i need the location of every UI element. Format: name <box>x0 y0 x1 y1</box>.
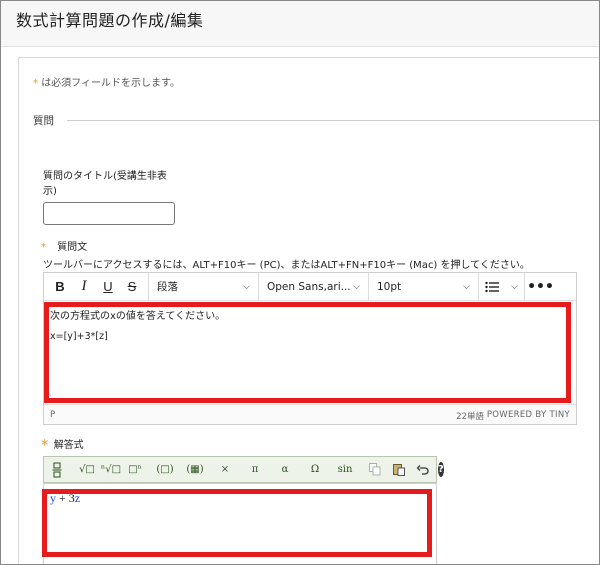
copy-button[interactable] <box>364 459 386 480</box>
answer-formula-input[interactable]: y + 3z <box>43 483 437 564</box>
question-text-label-text: 質問文 <box>57 242 88 253</box>
sin-button[interactable]: sin <box>334 459 356 480</box>
times-button[interactable]: × <box>214 459 236 480</box>
required-note-text: は必須フィールドを示します。 <box>41 78 180 89</box>
word-count: 22単語 <box>456 412 484 422</box>
font-family-select[interactable]: Open Sans,ari... ⌵ <box>258 272 368 301</box>
paste-icon <box>393 464 405 476</box>
question-formula-line: x=[y]+3*[z] <box>50 331 108 342</box>
form-content: * は必須フィールドを示します。 質問 質問のタイトル(受講生非表示) * 質問… <box>18 57 599 564</box>
font-size-select[interactable]: 10pt ⌵ <box>368 272 478 301</box>
fraction-button[interactable] <box>46 459 68 480</box>
italic-button[interactable]: I <box>72 275 96 299</box>
math-operator: + 3 <box>56 491 75 505</box>
question-title-input[interactable] <box>43 202 175 225</box>
required-note: * は必須フィールドを示します。 <box>33 74 180 89</box>
powered-by-link[interactable]: POWERED BY TINY <box>487 410 570 420</box>
required-star: * <box>41 242 46 253</box>
question-text-label: * 質問文 <box>41 238 87 253</box>
chevron-down-icon: ⌵ <box>243 281 250 292</box>
font-size-value: 10pt <box>377 280 402 293</box>
answer-formula-expression: y + 3z <box>50 491 80 506</box>
editor-content-area[interactable]: 次の方程式のxの値を答えてください。 x=[y]+3*[z] <box>44 302 576 404</box>
strikethrough-button[interactable]: S <box>120 275 144 299</box>
answer-formula-label-text: 解答式 <box>53 440 84 451</box>
required-star: * <box>33 78 38 89</box>
parentheses-button[interactable]: (□) <box>154 459 176 480</box>
section-divider <box>67 120 599 121</box>
bullet-list-icon <box>485 281 499 292</box>
page-title: 数式計算問題の作成/編集 <box>16 11 204 30</box>
square-root-button[interactable]: √□ <box>76 459 98 480</box>
fraction-icon <box>52 462 62 477</box>
alpha-button[interactable]: α <box>274 459 296 480</box>
chevron-down-icon: ⌵ <box>463 281 470 292</box>
toolbar-hint: ツールバーにアクセスするには、ALT+F10キー (PC)、またはALT+FN+… <box>43 260 530 271</box>
superscript-button[interactable]: □ⁿ <box>124 459 146 480</box>
math-editor-toolbar: √□ ⁿ√□ □ⁿ (□) (▦) × π α Ω sin ? <box>43 456 444 483</box>
bold-button[interactable]: B <box>48 275 72 299</box>
omega-button[interactable]: Ω <box>304 459 326 480</box>
title-field-label: 質問のタイトル(受講生非表示) <box>43 171 167 197</box>
answer-formula-label: * 解答式 <box>41 436 84 454</box>
block-format-value: 段落 <box>157 281 178 293</box>
undo-button[interactable] <box>412 459 434 480</box>
math-variable: z <box>74 491 81 505</box>
more-options-button[interactable]: ••• <box>524 272 556 301</box>
pi-button[interactable]: π <box>244 459 266 480</box>
editor-status-bar: P 22単語 POWERED BY TINY <box>44 404 576 424</box>
matrix-button[interactable]: (▦) <box>184 459 206 480</box>
paste-button[interactable] <box>388 459 410 480</box>
help-icon[interactable]: ? <box>438 462 444 477</box>
block-format-select[interactable]: 段落 ⌵ <box>148 272 258 301</box>
undo-icon <box>417 464 429 475</box>
question-text-line: 次の方程式のxの値を答えてください。 <box>50 311 226 322</box>
bullet-list-button[interactable]: ⌵ <box>478 272 524 301</box>
editor-toolbar: B I U S 段落 ⌵ Open Sans,ari... ⌵ 10pt ⌵ ⌵… <box>44 272 576 301</box>
copy-icon <box>369 463 381 476</box>
page-frame: 数式計算問題の作成/編集 * は必須フィールドを示します。 質問 質問のタイトル… <box>0 0 600 565</box>
section-label-question: 質問 <box>33 115 54 127</box>
chevron-down-icon: ⌵ <box>353 281 360 292</box>
question-rich-text-editor: B I U S 段落 ⌵ Open Sans,ari... ⌵ 10pt ⌵ ⌵… <box>43 272 577 425</box>
font-family-value: Open Sans,ari... <box>267 280 351 293</box>
required-star: * <box>41 436 49 454</box>
element-path[interactable]: P <box>50 410 55 420</box>
chevron-down-icon: ⌵ <box>511 281 518 292</box>
title-bar: 数式計算問題の作成/編集 <box>1 1 599 47</box>
nth-root-button[interactable]: ⁿ√□ <box>100 459 122 480</box>
underline-button[interactable]: U <box>96 275 120 299</box>
